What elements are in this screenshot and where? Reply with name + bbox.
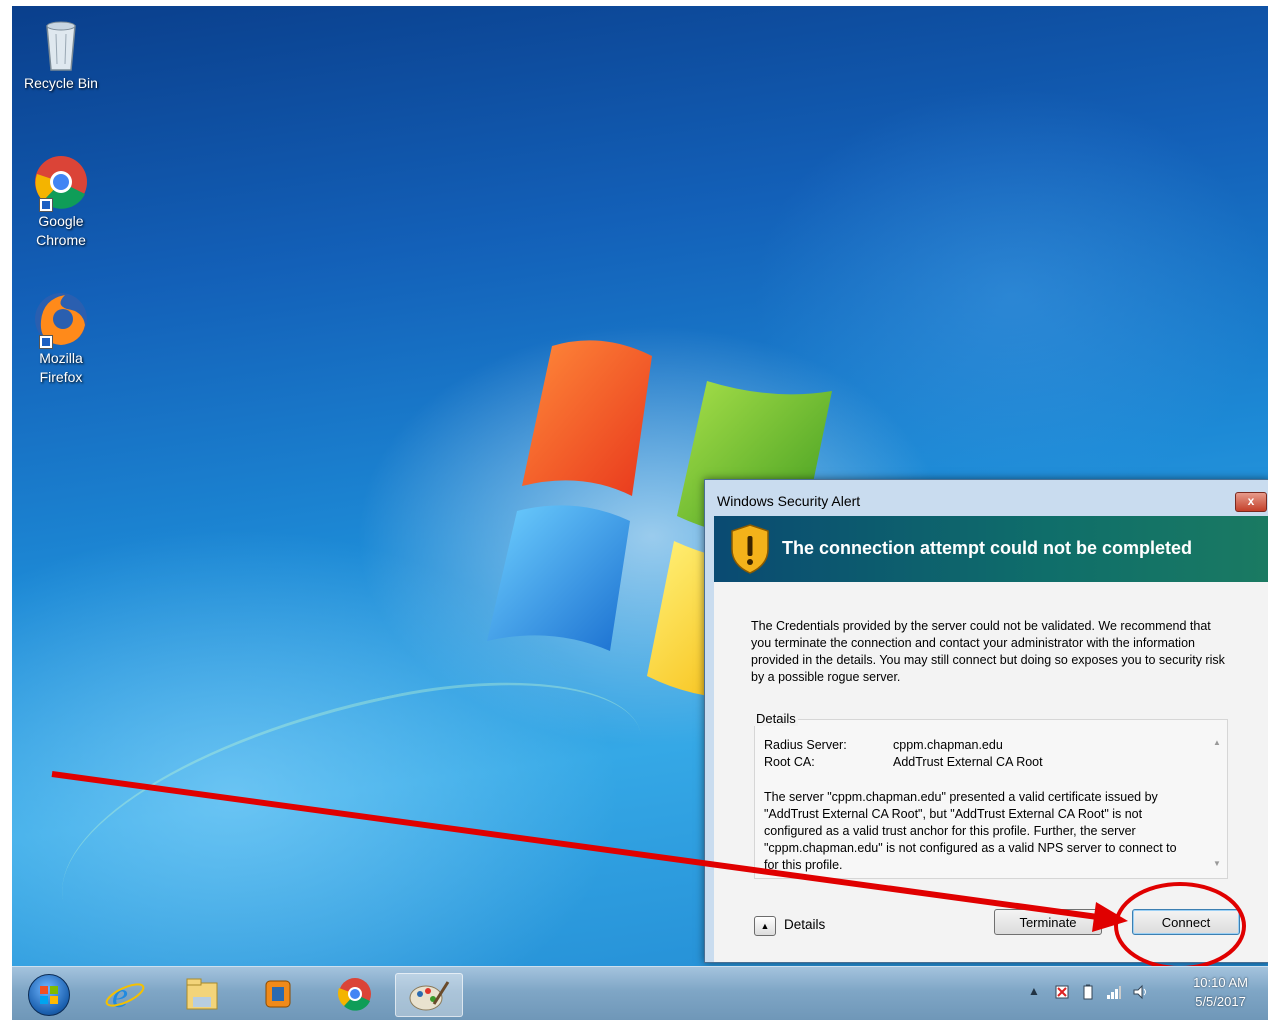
root-ca-row: Root CA: AddTrust External CA Root bbox=[764, 754, 1194, 771]
dialog-title: Windows Security Alert bbox=[717, 493, 861, 509]
details-toggle-label[interactable]: Details bbox=[784, 917, 825, 932]
action-center-flag-icon[interactable] bbox=[1054, 984, 1070, 1000]
radius-server-label: Radius Server: bbox=[764, 738, 847, 752]
system-tray: ▲ bbox=[1028, 984, 1148, 1000]
desktop-icon-label: Chrome bbox=[36, 232, 86, 248]
scroll-up-icon[interactable]: ▲ bbox=[1213, 738, 1221, 747]
desktop-icon-label: Mozilla bbox=[39, 350, 83, 366]
details-scrollbar[interactable]: ▲ ▼ bbox=[1211, 736, 1225, 870]
details-legend: Details bbox=[754, 711, 798, 726]
scroll-down-icon[interactable]: ▼ bbox=[1213, 859, 1221, 868]
taskbar-file-explorer[interactable] bbox=[177, 973, 227, 1015]
paint-icon bbox=[409, 981, 450, 1011]
radius-server-row: Radius Server: cppm.chapman.edu bbox=[764, 737, 1194, 754]
svg-text:e: e bbox=[112, 975, 128, 1015]
dialog-heading: The connection attempt could not be comp… bbox=[782, 538, 1193, 558]
volume-icon[interactable] bbox=[1132, 984, 1148, 1000]
dialog-body: The Credentials provided by the server c… bbox=[714, 582, 1268, 962]
taskbar-paint[interactable] bbox=[395, 973, 463, 1017]
desktop-icon-label: Firefox bbox=[39, 369, 83, 385]
media-player-icon bbox=[265, 980, 291, 1008]
radius-server-value: cppm.chapman.edu bbox=[893, 738, 1003, 752]
recycle-bin-icon bbox=[33, 16, 89, 72]
chrome-icon bbox=[338, 978, 371, 1011]
chrome-icon bbox=[33, 154, 89, 212]
dialog-header-banner: The connection attempt could not be comp… bbox=[714, 516, 1268, 582]
battery-icon[interactable] bbox=[1080, 984, 1096, 1000]
desktop-icon-recycle-bin[interactable]: Recycle Bin bbox=[22, 16, 100, 93]
connect-button[interactable]: Connect bbox=[1132, 909, 1240, 935]
desktop-icon-mozilla-firefox[interactable]: Mozilla Firefox bbox=[22, 291, 100, 387]
chevron-up-icon: ▲ bbox=[760, 921, 770, 931]
taskbar-internet-explorer[interactable]: e bbox=[100, 973, 150, 1015]
shortcut-arrow-icon bbox=[39, 335, 53, 349]
close-button[interactable]: x bbox=[1235, 492, 1267, 512]
start-button[interactable] bbox=[28, 974, 70, 1016]
desktop-icon-label: Recycle Bin bbox=[24, 75, 98, 91]
close-icon: x bbox=[1247, 494, 1255, 508]
shortcut-arrow-icon bbox=[39, 198, 53, 212]
details-content: Radius Server: cppm.chapman.edu Root CA:… bbox=[764, 737, 1194, 874]
taskbar-chrome[interactable] bbox=[330, 973, 380, 1015]
desktop-icon-label: Google bbox=[38, 213, 84, 229]
network-icon[interactable] bbox=[1106, 984, 1122, 1000]
dialog-message: The Credentials provided by the server c… bbox=[751, 619, 1225, 684]
security-alert-dialog: Windows Security Alert x The connection … bbox=[704, 479, 1268, 963]
details-text: The server "cppm.chapman.edu" presented … bbox=[764, 790, 1177, 872]
warning-shield-icon bbox=[731, 524, 769, 574]
show-hidden-icons-icon[interactable]: ▲ bbox=[1028, 984, 1044, 1000]
internet-explorer-icon: e bbox=[105, 975, 145, 1015]
file-explorer-icon bbox=[186, 978, 218, 1010]
clock[interactable]: 10:10 AM 5/5/2017 bbox=[1193, 973, 1248, 1011]
details-toggle-button[interactable]: ▲ bbox=[754, 916, 776, 936]
taskbar-media-player[interactable] bbox=[254, 973, 304, 1015]
taskbar: e ▲ 10:10 AM 5/5/2017 bbox=[12, 966, 1268, 1020]
root-ca-value: AddTrust External CA Root bbox=[893, 755, 1043, 769]
root-ca-label: Root CA: bbox=[764, 755, 815, 769]
terminate-button[interactable]: Terminate bbox=[994, 909, 1102, 935]
desktop-icon-google-chrome[interactable]: Google Chrome bbox=[22, 154, 100, 250]
firefox-icon bbox=[33, 291, 89, 349]
details-panel[interactable]: Radius Server: cppm.chapman.edu Root CA:… bbox=[754, 719, 1228, 879]
clock-time: 10:10 AM bbox=[1193, 975, 1248, 990]
clock-date: 5/5/2017 bbox=[1195, 994, 1246, 1009]
windows-start-icon bbox=[40, 986, 58, 1004]
